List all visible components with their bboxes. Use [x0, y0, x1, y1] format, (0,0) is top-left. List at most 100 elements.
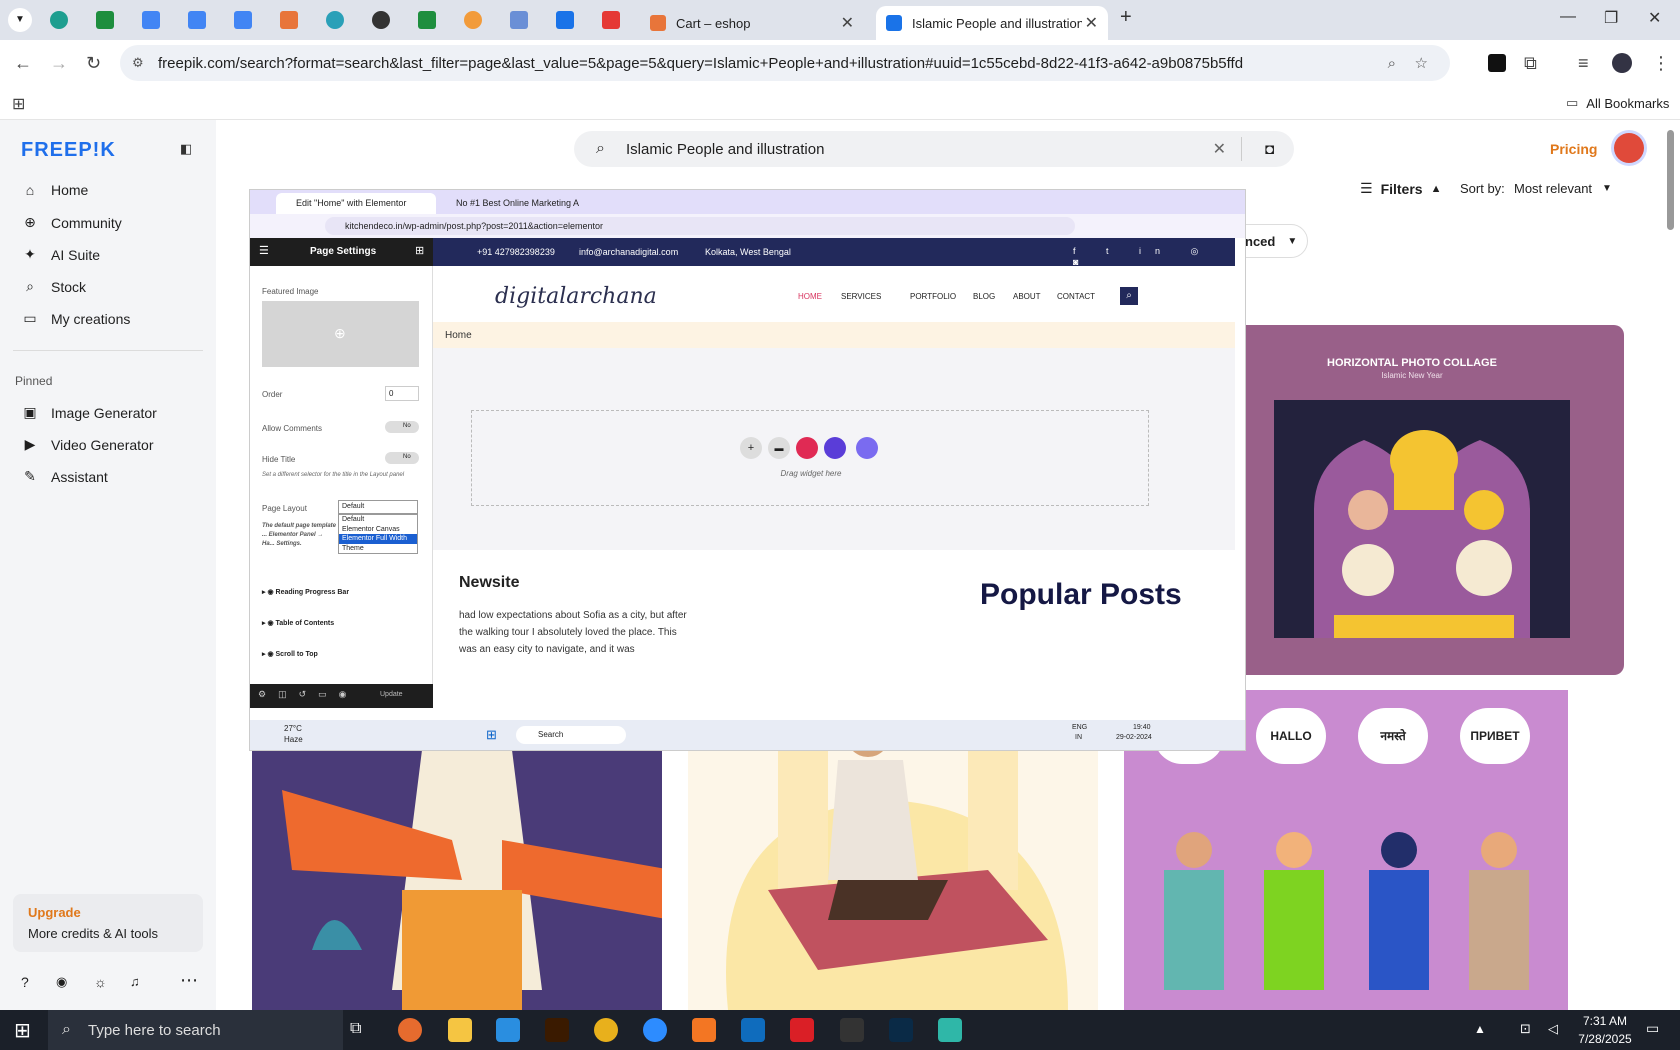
sidebar-item-video-generator[interactable]: ▶ Video Generator	[21, 436, 154, 453]
theme-icon[interactable]: ☼	[94, 974, 107, 990]
plugin-icon[interactable]	[824, 437, 846, 459]
pinned-tab-icon[interactable]	[372, 11, 390, 29]
taskbar-date[interactable]: 7/28/2025	[1570, 1032, 1640, 1046]
page-layout-select[interactable]: Default	[338, 500, 418, 514]
inner-url-field[interactable]: kitchendeco.in/wp-admin/post.php?post=20…	[325, 217, 1075, 235]
task-view-icon[interactable]: ⧉	[350, 1020, 361, 1038]
allow-comments-toggle[interactable]: No	[385, 421, 419, 433]
user-avatar[interactable]	[1614, 133, 1644, 163]
pinned-tab-icon[interactable]	[556, 11, 574, 29]
pinned-tab-icon[interactable]	[50, 11, 68, 29]
firefox-icon[interactable]	[398, 1018, 422, 1042]
footer-icons[interactable]: ⚙◫↺▭◉	[258, 689, 358, 700]
new-tab-button[interactable]: +	[1120, 6, 1132, 29]
help-icon[interactable]: ?	[21, 974, 29, 990]
layout-option[interactable]: Theme	[339, 544, 417, 554]
xampp-icon[interactable]	[692, 1018, 716, 1042]
site-info-icon[interactable]: ⚙	[132, 55, 144, 71]
inner-start-icon[interactable]: ⊞	[486, 727, 497, 743]
sidebar-item-stock[interactable]: ⌕ Stock	[21, 278, 86, 295]
photoshop-icon[interactable]	[889, 1018, 913, 1042]
reload-icon[interactable]: ↻	[86, 53, 101, 74]
featured-image-dropzone[interactable]: ⊕	[262, 301, 419, 367]
apps-grid-icon[interactable]: ⊞	[12, 94, 25, 114]
volume-icon[interactable]: ◁	[1548, 1021, 1558, 1037]
sort-dropdown[interactable]: Most relevant ▼	[1514, 181, 1612, 196]
site-menu-contact[interactable]: CONTACT	[1057, 292, 1095, 301]
pinned-tab-icon[interactable]	[602, 11, 620, 29]
start-icon[interactable]: ⊞	[14, 1018, 31, 1043]
restore-icon[interactable]: ❐	[1604, 8, 1618, 28]
order-input[interactable]: 0	[385, 386, 419, 401]
sidebar-item-ai-suite[interactable]: ✦ AI Suite	[21, 246, 100, 263]
layout-option[interactable]: Default	[339, 515, 417, 525]
close-icon[interactable]: ✕	[1085, 13, 1098, 33]
section-reading-progress[interactable]: ▸ ◉ Reading Progress Bar	[262, 588, 349, 596]
site-logo[interactable]: digitalarchana	[495, 284, 657, 309]
add-section-icon[interactable]: +	[740, 437, 762, 459]
network-icon[interactable]: ⊡	[1520, 1021, 1531, 1037]
layout-option[interactable]: Elementor Canvas	[339, 525, 417, 535]
creative-cloud-icon[interactable]	[790, 1018, 814, 1042]
discord-icon[interactable]: ◉	[56, 974, 67, 990]
taskbar-search[interactable]: ⌕ Type here to search	[48, 1010, 343, 1050]
section-table-of-contents[interactable]: ▸ ◉ Table of Contents	[262, 619, 334, 627]
sidebar-item-home[interactable]: ⌂ Home	[21, 182, 89, 198]
file-explorer-icon[interactable]	[448, 1018, 472, 1042]
update-button[interactable]: Update	[380, 691, 403, 698]
illustrator-icon[interactable]	[545, 1018, 569, 1042]
back-icon[interactable]: ←	[14, 53, 32, 74]
hamburger-icon[interactable]: ☰	[259, 244, 269, 257]
section-scroll-to-top[interactable]: ▸ ◉ Scroll to Top	[262, 650, 318, 658]
pinned-tab-icon[interactable]	[464, 11, 482, 29]
pinned-tab-icon[interactable]	[280, 11, 298, 29]
pinned-tab-icon[interactable]	[142, 11, 160, 29]
widget-dropzone[interactable]: + ▬ Drag widget here	[471, 410, 1149, 506]
notifications-icon[interactable]: ▭	[1646, 1020, 1659, 1037]
layout-option-selected[interactable]: Elementor Full Width	[339, 534, 417, 544]
search-bar[interactable]: ⌕ Islamic People and illustration ✕ ◘	[574, 131, 1294, 167]
pinned-tab-icon[interactable]	[96, 11, 114, 29]
tab-search-button[interactable]: ▼	[8, 8, 32, 32]
search-input[interactable]: Islamic People and illustration	[626, 141, 824, 158]
site-menu-services[interactable]: SERVICES	[841, 292, 881, 301]
sidebar-item-image-generator[interactable]: ▣ Image Generator	[21, 404, 156, 421]
extensions-puzzle-icon[interactable]: ⧉	[1524, 53, 1537, 74]
freepik-logo[interactable]: FREEP!K	[21, 139, 116, 162]
pinned-tab-icon[interactable]	[234, 11, 252, 29]
elementskit-icon[interactable]	[796, 437, 818, 459]
site-menu-portfolio[interactable]: PORTFOLIO	[910, 292, 956, 301]
pen-tool-icon[interactable]	[840, 1018, 864, 1042]
filters-button[interactable]: ☰ Filters ▲	[1360, 180, 1441, 197]
bookmark-star-icon[interactable]: ☆	[1415, 54, 1428, 72]
template-folder-icon[interactable]: ▬	[768, 437, 790, 459]
forward-icon[interactable]: →	[50, 53, 68, 74]
upgrade-card[interactable]: Upgrade More credits & AI tools	[13, 894, 203, 952]
grid-icon[interactable]: ⊞	[415, 244, 424, 257]
more-icon[interactable]: ⋯	[180, 970, 198, 991]
result-card-collage[interactable]: HORIZONTAL PHOTO COLLAGE Islamic New Yea…	[1200, 325, 1624, 675]
site-breadcrumb[interactable]: Home	[445, 330, 472, 341]
minimize-icon[interactable]: —	[1560, 8, 1576, 26]
bell-icon[interactable]: ♫	[130, 974, 140, 989]
site-search-icon[interactable]: ⌕	[1120, 287, 1138, 305]
tab-cart-eshop[interactable]: Cart – eshop ✕	[640, 6, 864, 40]
zoom-app-icon[interactable]	[643, 1018, 667, 1042]
media-icon[interactable]: ≡	[1578, 53, 1589, 74]
outlook-icon[interactable]	[741, 1018, 765, 1042]
pinned-tab-icon[interactable]	[510, 11, 528, 29]
all-bookmarks[interactable]: ▭ All Bookmarks	[1566, 95, 1669, 111]
camera-icon[interactable]: ◘	[1265, 141, 1274, 158]
hide-title-toggle[interactable]: No	[385, 452, 419, 464]
pinned-tab-icon[interactable]	[188, 11, 206, 29]
inner-search[interactable]: Search	[516, 726, 626, 744]
close-window-icon[interactable]: ✕	[1648, 8, 1661, 28]
chrome-icon[interactable]	[594, 1018, 618, 1042]
pricing-link[interactable]: Pricing	[1550, 141, 1597, 157]
inner-tab[interactable]: No #1 Best Online Marketing A	[436, 193, 586, 214]
pinned-tab-icon[interactable]	[326, 11, 344, 29]
clear-search-icon[interactable]: ✕	[1213, 139, 1226, 159]
tray-chevron-icon[interactable]: ▲	[1474, 1022, 1486, 1036]
sidebar-item-assistant[interactable]: ✎ Assistant	[21, 468, 108, 485]
inner-tab-active[interactable]: Edit "Home" with Elementor	[276, 193, 436, 214]
